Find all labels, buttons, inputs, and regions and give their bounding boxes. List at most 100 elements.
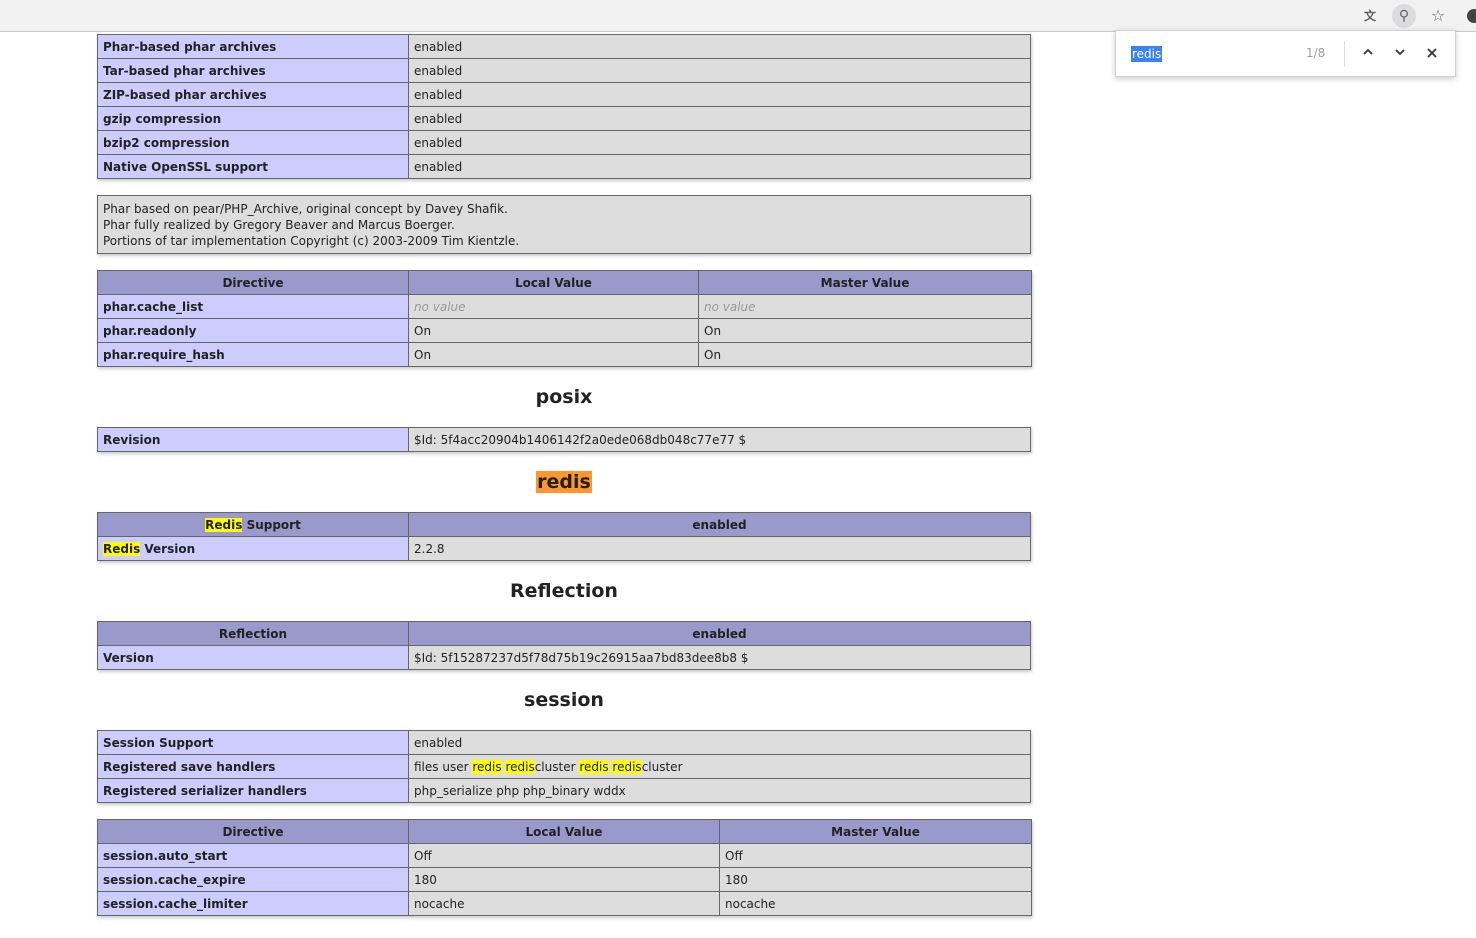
local-value: no value — [414, 299, 466, 314]
chevron-up-icon — [1363, 48, 1373, 55]
master-value: no value — [704, 299, 756, 314]
table-row: Revision $Id: 5f4acc20904b1406142f2a0ede… — [97, 427, 1031, 452]
find-bar: redis 1/8 — [1115, 30, 1456, 77]
column-header: enabled — [408, 621, 1031, 646]
section-title-posix: posix — [97, 367, 1031, 427]
save-handlers-label: Registered save handlers — [97, 754, 409, 779]
column-header: Local Value — [408, 819, 720, 844]
phar-directives-table: Directive Local Value Master Value phar.… — [97, 270, 1032, 367]
local-value: On — [408, 318, 699, 343]
serializer-handlers-label: Registered serializer handlers — [97, 778, 409, 803]
directive-name: phar.require_hash — [97, 342, 409, 367]
column-header: Master Value — [719, 819, 1032, 844]
reflection-table: Reflection enabled Version $Id: 5f152872… — [97, 621, 1031, 670]
browser-toolbar: 文 ⚲ ☆ — [0, 0, 1476, 32]
table-row: Version $Id: 5f15287237d5f78d75b19c26915… — [97, 645, 1031, 670]
translate-icon[interactable]: 文 — [1358, 4, 1382, 28]
search-match: redis — [612, 759, 642, 774]
local-value: Off — [408, 843, 720, 868]
search-match: redis — [579, 759, 609, 774]
session-directives-table: Directive Local Value Master Value sessi… — [97, 819, 1032, 916]
credit-line: Portions of tar implementation Copyright… — [103, 233, 520, 248]
master-value: Off — [719, 843, 1032, 868]
master-value: On — [698, 342, 1032, 367]
save-handlers-value: files user redis rediscluster redis redi… — [408, 754, 1031, 779]
table-row: bzip2 compression enabled — [97, 130, 1031, 155]
profile-avatar-icon[interactable] — [1466, 4, 1476, 28]
directive-name: phar.cache_list — [97, 294, 409, 319]
search-match: redis — [472, 759, 502, 774]
column-header: enabled — [408, 512, 1031, 537]
close-icon — [1427, 48, 1437, 58]
credits-cell: Phar based on pear/PHP_Archive, original… — [97, 195, 1031, 254]
section-title-reflection: Reflection — [97, 561, 1031, 621]
find-query-text[interactable]: redis — [1131, 46, 1163, 62]
table-row: Tar-based phar archives enabled — [97, 58, 1031, 83]
table-header-row: Directive Local Value Master Value — [97, 819, 1032, 844]
table-row: Phar based on pear/PHP_Archive, original… — [97, 195, 1031, 254]
active-search-match[interactable]: redis — [536, 471, 592, 493]
table-header-row: Redis Support enabled — [97, 512, 1031, 537]
section-anchor[interactable]: Reflection — [510, 580, 618, 602]
master-value: nocache — [719, 891, 1032, 916]
directive-name: session.cache_expire — [97, 867, 409, 892]
find-previous-button[interactable] — [1357, 43, 1379, 65]
directive-name: session.auto_start — [97, 843, 409, 868]
section-anchor[interactable]: posix — [536, 386, 593, 408]
table-row: session.auto_start Off Off — [97, 843, 1032, 868]
local-value: On — [408, 342, 699, 367]
find-close-button[interactable] — [1421, 43, 1443, 65]
feature-value: enabled — [408, 154, 1031, 179]
column-header: Directive — [97, 819, 409, 844]
table-row: ZIP-based phar archives enabled — [97, 82, 1031, 107]
table-row: phar.readonly On On — [97, 318, 1032, 343]
credit-line: Phar fully realized by Gregory Beaver an… — [103, 217, 455, 232]
table-row: phar.cache_list no value no value — [97, 294, 1032, 319]
local-value: nocache — [408, 891, 720, 916]
search-match: Redis — [205, 517, 243, 532]
find-in-page-icon[interactable]: ⚲ — [1392, 4, 1416, 28]
feature-name: Phar-based phar archives — [97, 34, 409, 59]
section-title-session: session — [97, 670, 1031, 730]
version-label: Version — [97, 645, 409, 670]
feature-name: ZIP-based phar archives — [97, 82, 409, 107]
find-next-button[interactable] — [1389, 43, 1411, 65]
table-row: Redis Version 2.2.8 — [97, 536, 1031, 561]
session-support-label: Session Support — [97, 730, 409, 755]
feature-name: Tar-based phar archives — [97, 58, 409, 83]
master-value: 180 — [719, 867, 1032, 892]
table-row: Phar-based phar archives enabled — [97, 34, 1031, 59]
revision-label: Revision — [97, 427, 409, 452]
redis-table: Redis Support enabled Redis Version 2.2.… — [97, 512, 1031, 561]
section-title-redis: redis — [97, 452, 1031, 512]
version-value: $Id: 5f15287237d5f78d75b19c26915aa7bd83d… — [408, 645, 1031, 670]
feature-value: enabled — [408, 34, 1031, 59]
bookmark-star-icon[interactable]: ☆ — [1426, 4, 1450, 28]
column-header: Directive — [97, 270, 409, 295]
column-header: Redis Support — [97, 512, 409, 537]
phpinfo-content: Phar-based phar archives enabled Tar-base… — [97, 34, 1032, 916]
feature-name: bzip2 compression — [97, 130, 409, 155]
phar-features-table: Phar-based phar archives enabled Tar-base… — [97, 34, 1031, 179]
chevron-down-icon — [1395, 49, 1405, 56]
directive-name: phar.readonly — [97, 318, 409, 343]
table-row: Registered serializer handlers php_seria… — [97, 778, 1031, 803]
search-match: redis — [505, 759, 535, 774]
credit-line: Phar based on pear/PHP_Archive, original… — [103, 201, 508, 216]
feature-value: enabled — [408, 82, 1031, 107]
table-row: Native OpenSSL support enabled — [97, 154, 1031, 179]
feature-name: Native OpenSSL support — [97, 154, 409, 179]
master-value: On — [698, 318, 1032, 343]
session-support-value: enabled — [408, 730, 1031, 755]
table-row: phar.require_hash On On — [97, 342, 1032, 367]
section-anchor[interactable]: session — [524, 689, 604, 711]
table-header-row: Reflection enabled — [97, 621, 1031, 646]
redis-version-value: 2.2.8 — [408, 536, 1031, 561]
find-match-count: 1/8 — [1306, 46, 1326, 60]
feature-name: gzip compression — [97, 106, 409, 131]
column-header: Master Value — [698, 270, 1032, 295]
local-value: 180 — [408, 867, 720, 892]
table-header-row: Directive Local Value Master Value — [97, 270, 1032, 295]
serializer-handlers-value: php_serialize php php_binary wddx — [408, 778, 1031, 803]
search-match: Redis — [103, 541, 141, 556]
